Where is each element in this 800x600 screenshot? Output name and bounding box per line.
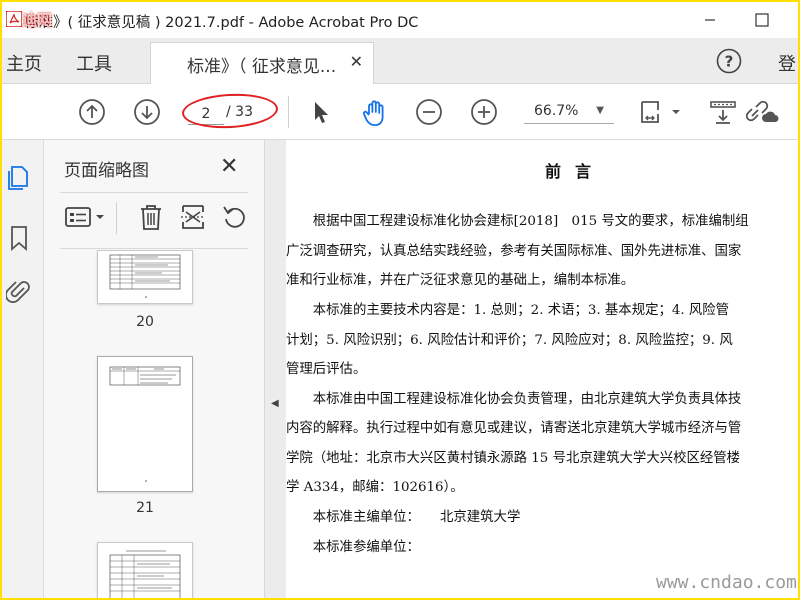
options-menu-icon[interactable] (64, 202, 110, 232)
help-icon[interactable]: ? (716, 48, 742, 74)
extract-pages-icon[interactable] (178, 202, 208, 232)
title-bar: 标准》( 征求意见稿 ) 2021.7.pdf - Adobe Acrobat … (2, 2, 798, 38)
close-panel-icon[interactable]: ✕ (220, 154, 238, 179)
thumbnail-table-preview (109, 254, 181, 298)
fit-page-icon[interactable] (638, 98, 682, 126)
document-text-line: 学 A334，邮编：102616）。 (286, 480, 464, 495)
title-watermark: 迪网 (22, 11, 53, 29)
bookmark-icon[interactable] (6, 224, 32, 252)
tab-tools[interactable]: 工具 (76, 50, 112, 76)
trash-icon[interactable] (136, 202, 166, 232)
zoom-in-icon[interactable] (470, 98, 498, 126)
close-icon[interactable]: ✕ (350, 52, 363, 71)
panel-title: 页面缩略图 (64, 161, 149, 181)
thumbnail-page[interactable] (97, 542, 193, 598)
document-text-line: 根据中国工程建设标准化协会建标[2018] 015 号文的要求，标准编制组 (286, 214, 749, 229)
thumbnail-table-preview (109, 550, 181, 598)
zoom-out-icon[interactable] (415, 98, 443, 126)
document-text-line: 本标准由中国工程建设标准化协会负责管理，由北京建筑大学负责具体技 (286, 392, 742, 407)
document-text-line: 准和行业标准，并在广泛征求意见的基础上，编制本标准。 (286, 273, 635, 288)
document-heading: 前言 (544, 162, 605, 181)
share-link-icon[interactable] (746, 98, 780, 126)
page-thumbnails-panel: 页面缩略图 ✕ 20 21 (44, 140, 296, 598)
document-tab-label: 标准》（ 征求意见... (187, 57, 337, 77)
thumbnail-page[interactable] (97, 250, 193, 304)
collapse-panel-icon[interactable]: ◀ (271, 398, 279, 409)
previous-page-icon[interactable] (78, 98, 106, 126)
thumbnail-page[interactable] (97, 356, 193, 492)
navigation-rail (2, 140, 44, 598)
site-watermark: www.cndao.com (656, 572, 797, 593)
page-thumbnails-icon[interactable] (6, 164, 32, 192)
document-text-line: 广泛调查研究，认真总结实践经验，参考有关国际标准、国外先进标准、国家 (286, 244, 742, 259)
select-cursor-icon[interactable] (307, 98, 335, 126)
read-mode-icon[interactable] (708, 98, 738, 126)
divider (60, 192, 248, 193)
maximize-icon[interactable] (750, 8, 774, 32)
thumbnail-label: 20 (136, 314, 154, 330)
document-text-line: 内容的解释。执行过程中如有意见或建议，请寄送北京建筑大学城市经济与管 (286, 421, 742, 436)
chevron-down-icon: ▼ (596, 105, 604, 116)
toolbar-divider (116, 202, 117, 234)
next-page-icon[interactable] (133, 98, 161, 126)
zoom-value: 66.7% (534, 103, 579, 119)
attachment-icon[interactable] (6, 278, 32, 306)
document-text-line: 本标准主编单位： 北京建筑大学 (286, 510, 521, 525)
acrobat-app-icon (6, 11, 22, 27)
tab-bar: 主页 工具 标准》（ 征求意见... ✕ ? 登 (2, 38, 798, 84)
tab-home[interactable]: 主页 (6, 50, 42, 76)
divider (60, 248, 248, 249)
thumbnail-label: 21 (136, 500, 154, 516)
annotation-ellipse (181, 91, 279, 131)
thumbnail-toolbar (60, 200, 250, 240)
rotate-icon[interactable] (220, 202, 250, 232)
zoom-dropdown[interactable]: 66.7% ▼ (524, 98, 614, 124)
toolbar-divider (288, 96, 289, 128)
sign-in-link[interactable]: 登 (778, 50, 796, 76)
hand-tool-icon[interactable] (360, 98, 390, 128)
acrobat-window: 标准》( 征求意见稿 ) 2021.7.pdf - Adobe Acrobat … (2, 2, 798, 598)
minimize-icon[interactable] (698, 8, 722, 32)
document-text-line: 学院（地址：北京市大兴区黄村镇永源路 15 号北京建筑大学大兴校区经管楼 (286, 451, 741, 466)
document-view[interactable]: 前言 根据中国工程建设标准化协会建标[2018] 015 号文的要求，标准编制组… (286, 140, 798, 598)
document-text-line: 本标准的主要技术内容是：1. 总则；2. 术语；3. 基本规定；4. 风险管 (286, 303, 730, 318)
thumbnail-table-preview (109, 366, 181, 482)
document-text-line: 本标准参编单位： (286, 540, 420, 555)
document-text-line: 管理后评估。 (286, 362, 367, 377)
toolbar: 2 / 33 66.7% ▼ (2, 84, 798, 140)
thumbnail-list: 20 21 (44, 250, 254, 598)
document-text-line: 计划；5. 风险识别；6. 风险估计和评价；7. 风险应对；8. 风险监控；9.… (286, 333, 733, 348)
tab-document[interactable]: 标准》（ 征求意见... ✕ (150, 42, 374, 84)
window-title: 标准》( 征求意见稿 ) 2021.7.pdf - Adobe Acrobat … (24, 15, 419, 31)
svg-text:?: ? (725, 53, 734, 71)
panel-splitter[interactable]: ◀ (264, 140, 286, 598)
